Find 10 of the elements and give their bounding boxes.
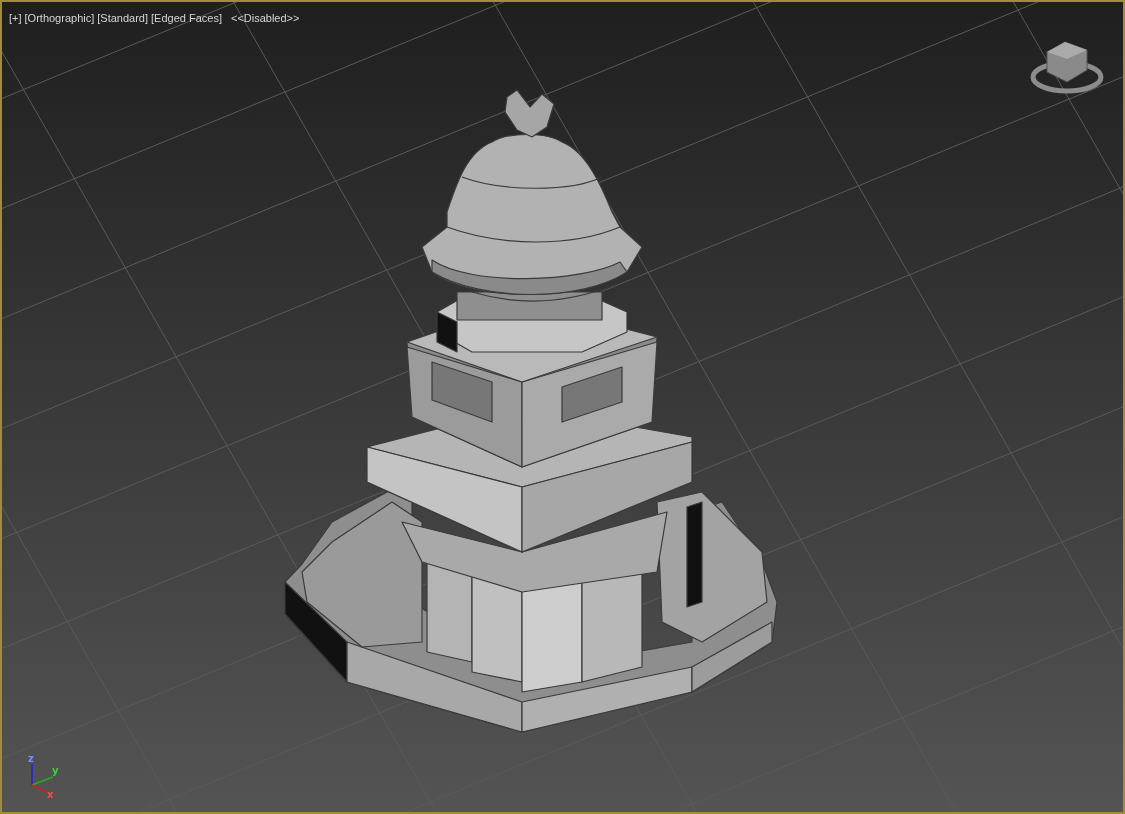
viewport-menu-label[interactable]: [Standard] [97, 12, 148, 25]
axis-label: x [47, 789, 54, 800]
viewport-menu-label[interactable]: [Edged Faces] [151, 12, 222, 25]
viewcube-icon[interactable] [1030, 41, 1104, 94]
axis-label: z [28, 753, 34, 764]
axis-tripod-icon [31, 763, 54, 794]
axis-label: y [52, 765, 59, 776]
viewport-menu-label[interactable]: [Orthographic] [24, 12, 95, 25]
viewport-menu-label[interactable]: [+] [9, 12, 22, 25]
viewport-menu-label[interactable]: <<Disabled>> [230, 12, 300, 25]
